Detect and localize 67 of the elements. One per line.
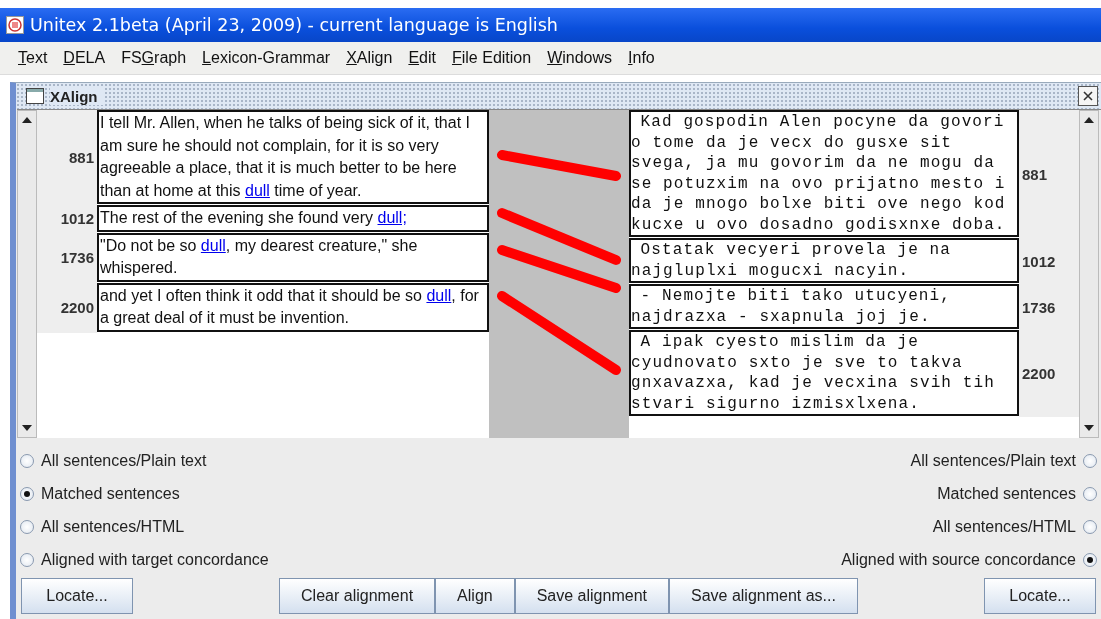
frame-title: XAlign xyxy=(50,87,104,105)
action-button[interactable]: Save alignment as... xyxy=(669,578,858,614)
word-link[interactable]: dull xyxy=(200,236,226,254)
source-sentence[interactable]: I tell Mr. Allen, when he talks of being sick of it, that I am sure he should not complain, for it is so very agreeable a place, that it is much better to be here than at home at this dull time of year. xyxy=(97,110,489,204)
sentence-number: 2200 xyxy=(60,299,94,316)
alignment-link[interactable] xyxy=(497,208,621,265)
menu-item[interactable]: Windows xyxy=(539,49,621,67)
menu-item[interactable]: File Edition xyxy=(443,49,540,67)
sentence-number: 881 xyxy=(68,149,94,166)
vertical-scrollbar[interactable] xyxy=(1079,110,1099,438)
target-sentence[interactable]: Kad gospodin Alen pocyne da govori o tome da je vecx do gusxe sit svega, ja mu govorim da ne mogu da se potuzxim na ovo prijatno mesto i da je mnogo bolxe biti ove nego kod kucxe u ovo dosadno godisxnxe doba. xyxy=(629,110,1019,237)
scroll-up-icon xyxy=(22,117,32,123)
source-sentence[interactable]: The rest of the evening she found very dull; xyxy=(97,205,489,232)
scroll-up-icon xyxy=(1084,117,1094,123)
menu-item[interactable]: DELA xyxy=(55,49,114,67)
radio-button[interactable] xyxy=(20,486,34,501)
source-sentence[interactable]: "Do not be so dull, my dearest creature," she whispered. xyxy=(97,232,489,282)
sentence-number: 881 xyxy=(1022,165,1048,183)
radio-button[interactable] xyxy=(1083,552,1097,567)
radio-button[interactable] xyxy=(20,552,34,567)
radio-button[interactable] xyxy=(20,453,34,468)
radio-option[interactable]: All sentences/HTML xyxy=(932,510,1097,543)
radio-button[interactable] xyxy=(1083,486,1097,501)
action-button[interactable]: Align xyxy=(435,578,515,614)
menu-item[interactable]: XAlign xyxy=(338,49,401,67)
sentence-number: 2200 xyxy=(1022,365,1056,382)
radio-button[interactable] xyxy=(20,519,34,534)
word-link[interactable]: dull xyxy=(426,286,452,304)
alignment-link[interactable] xyxy=(497,150,621,181)
target-sentence[interactable]: Ostatak vecyeri provela je na najgluplxi mogucxi nacyin. xyxy=(629,238,1019,283)
radio-button[interactable] xyxy=(1083,453,1097,468)
vertical-scrollbar[interactable] xyxy=(17,110,37,438)
radio-option[interactable]: Matched sentences xyxy=(20,477,269,510)
radio-button[interactable] xyxy=(1083,519,1097,534)
sentence-number: 1012 xyxy=(1022,252,1056,270)
app-icon xyxy=(6,16,24,34)
sentence-number: 1736 xyxy=(60,249,94,266)
target-sentence[interactable]: A ipak cyesto mislim da je cyudnovato sxto je sve to takva gnxavazxa, kad je vecxina svih tih stvari sigurno izmisxlxena. xyxy=(629,330,1019,416)
action-button[interactable]: Save alignment xyxy=(514,578,669,614)
close-icon xyxy=(1081,89,1095,103)
radio-option[interactable]: All sentences/Plain text xyxy=(20,444,269,477)
scroll-down-icon xyxy=(1084,425,1094,431)
word-link[interactable]: dull xyxy=(245,181,270,199)
radio-option[interactable]: All sentences/Plain text xyxy=(910,444,1097,477)
radio-option[interactable]: All sentences/HTML xyxy=(20,510,269,543)
action-button[interactable]: Clear alignment xyxy=(279,578,436,614)
close-button[interactable] xyxy=(1078,86,1098,106)
menu-item[interactable]: Info xyxy=(620,49,663,67)
sentence-number: 1736 xyxy=(1022,298,1056,316)
locate-button[interactable]: Locate... xyxy=(21,578,133,614)
window-title: Unitex 2.1beta (April 23, 2009) - current language is English xyxy=(30,15,558,35)
alignment-link[interactable] xyxy=(497,245,621,293)
locate-button[interactable]: Locate... xyxy=(984,578,1096,614)
word-link[interactable]: dull; xyxy=(377,209,407,226)
window-icon xyxy=(26,88,44,104)
menu-item[interactable]: Text xyxy=(10,49,56,67)
source-sentence[interactable]: and yet I often think it odd that it should be so dull, for a great deal of it must be invention. xyxy=(97,282,489,332)
radio-option[interactable]: Matched sentences xyxy=(937,477,1097,510)
alignment-link[interactable] xyxy=(497,291,621,375)
scroll-down-icon xyxy=(22,425,32,431)
radio-option[interactable]: Aligned with source concordance xyxy=(841,543,1097,576)
menu-item[interactable]: FSGraph xyxy=(113,49,195,67)
menu-item[interactable]: Edit xyxy=(400,49,444,67)
radio-option[interactable]: Aligned with target concordance xyxy=(20,543,269,576)
menu-item[interactable]: Lexicon-Grammar xyxy=(194,49,339,67)
target-sentence[interactable]: - Nemojte biti tako utucyeni, najdrazxa - sxapnula joj je. xyxy=(629,284,1019,329)
sentence-number: 1012 xyxy=(60,210,94,228)
